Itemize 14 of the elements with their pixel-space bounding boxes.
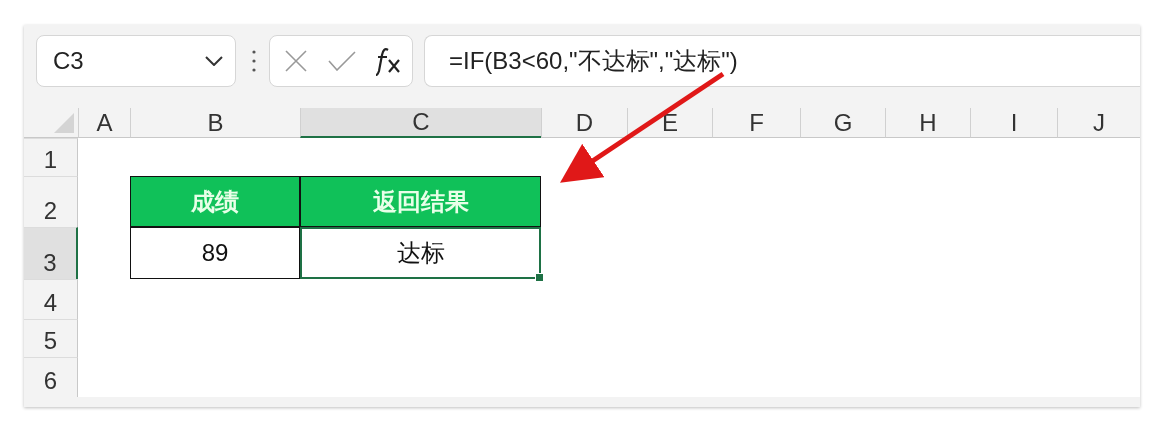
function-icon[interactable] xyxy=(376,45,402,76)
table-header-cell: 返回结果 xyxy=(300,176,541,227)
column-header[interactable]: C xyxy=(300,108,541,138)
check-icon[interactable] xyxy=(328,50,356,71)
table-cell[interactable]: 89 xyxy=(130,227,300,279)
table-cell[interactable]: 达标 xyxy=(300,227,541,279)
formula-field[interactable]: =IF(B3<60,"不达标","达标") xyxy=(424,34,1140,87)
row-header[interactable]: 3 xyxy=(24,227,78,279)
name-box[interactable]: C3 xyxy=(36,34,236,87)
fill-handle[interactable] xyxy=(535,273,544,282)
table-header-cell: 成绩 xyxy=(130,176,300,227)
drag-handle-icon[interactable] xyxy=(252,49,256,72)
cancel-icon[interactable] xyxy=(284,48,308,73)
chevron-down-icon xyxy=(205,55,223,66)
